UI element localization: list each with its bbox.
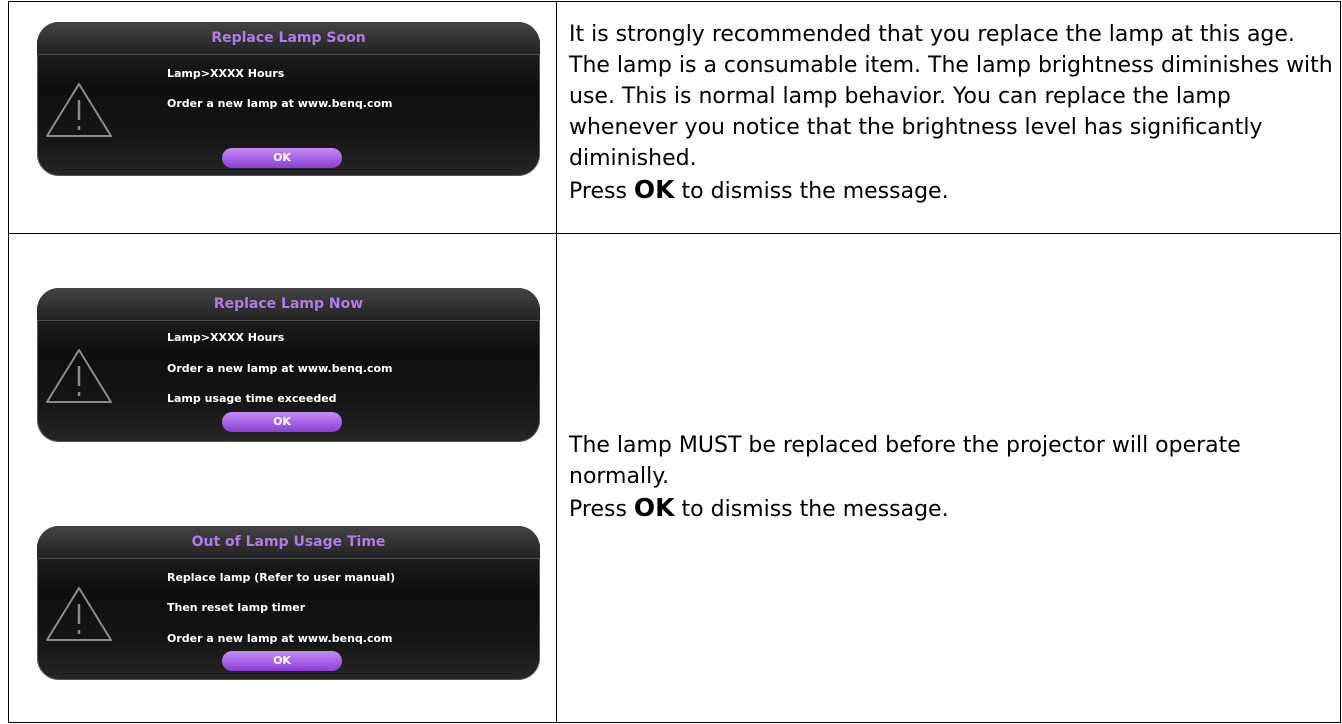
- dialog-title: Replace Lamp Soon: [211, 30, 366, 46]
- press-suffix: to dismiss the message.: [681, 497, 949, 522]
- dialog-line: Then reset lamp timer: [167, 601, 306, 614]
- description-body: The lamp MUST be replaced before the pro…: [569, 433, 1241, 489]
- dialog-line: Lamp usage time exceeded: [167, 392, 337, 405]
- ok-key-label: OK: [633, 493, 675, 522]
- osd-dialog-replace-lamp-now: Replace Lamp Now Lamp>XXXX Hours Order a…: [37, 288, 540, 442]
- table-row-replace-lamp-now: Replace Lamp Now Lamp>XXXX Hours Order a…: [9, 234, 1340, 722]
- dialog-line: Replace lamp (Refer to user manual): [167, 571, 396, 584]
- dialog-line: Order a new lamp at www.benq.com: [167, 362, 393, 375]
- press-prefix: Press: [569, 179, 627, 204]
- dialog-line: Order a new lamp at www.benq.com: [167, 632, 393, 645]
- press-prefix: Press: [569, 497, 627, 522]
- table-row-replace-lamp-soon: Replace Lamp Soon Lamp>XXXX Hours Order …: [9, 2, 1340, 234]
- dialog-title: Out of Lamp Usage Time: [191, 534, 386, 550]
- dialog-line: Lamp>XXXX Hours: [167, 331, 285, 344]
- message-table: Replace Lamp Soon Lamp>XXXX Hours Order …: [8, 1, 1341, 723]
- ok-button[interactable]: OK: [222, 651, 342, 671]
- ok-button[interactable]: OK: [222, 148, 342, 168]
- warning-triangle-icon: [46, 349, 112, 403]
- press-suffix: to dismiss the message.: [681, 179, 949, 204]
- warning-triangle-icon: [46, 83, 112, 137]
- dialog-title: Replace Lamp Now: [213, 296, 364, 312]
- ok-button[interactable]: OK: [222, 412, 342, 432]
- description-text: The lamp MUST be replaced before the pro…: [569, 430, 1334, 525]
- osd-dialog-out-of-lamp-usage-time: Out of Lamp Usage Time Replace lamp (Ref…: [37, 526, 540, 680]
- description-text: It is strongly recommended that you repl…: [569, 19, 1334, 207]
- description-body: It is strongly recommended that you repl…: [569, 22, 1333, 171]
- warning-triangle-icon: [46, 587, 112, 641]
- osd-dialog-replace-lamp-soon: Replace Lamp Soon Lamp>XXXX Hours Order …: [37, 22, 540, 176]
- column-divider: [556, 234, 557, 722]
- dialog-line: Order a new lamp at www.benq.com: [167, 97, 393, 110]
- column-divider: [556, 2, 557, 233]
- ok-key-label: OK: [633, 175, 675, 204]
- dialog-line: Lamp>XXXX Hours: [167, 67, 285, 80]
